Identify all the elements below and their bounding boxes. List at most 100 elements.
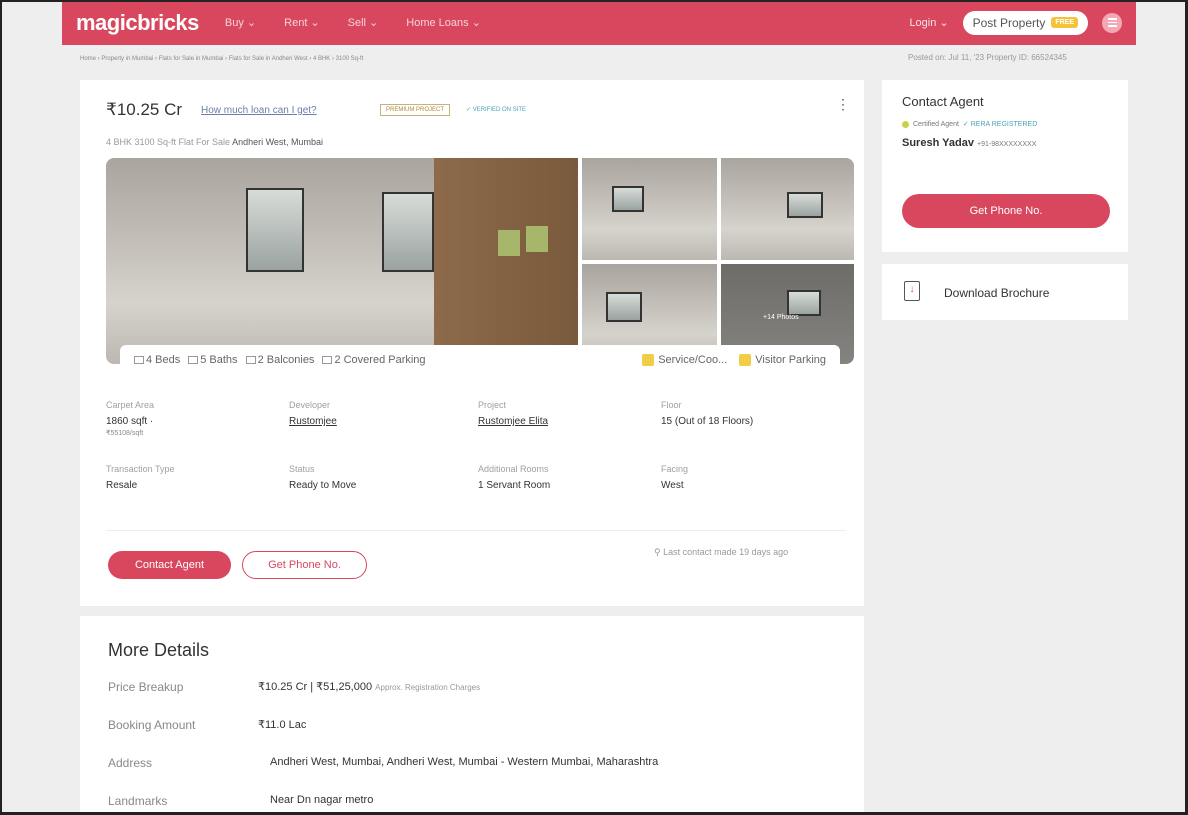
thumbnail-photo[interactable] [721,158,854,260]
last-contact-text: Last contact made 19 days ago [663,547,789,557]
fact-value: West [661,480,684,491]
fact-value: 1860 sqft · [106,416,154,427]
service-room-label: Service/Coo... [658,353,728,366]
header-actions: Login ⌄ Post Property FREE [909,10,1122,35]
top-navbar: magicbricks Buy ⌄ Rent ⌄ Sell ⌄ Home Loa… [62,0,1136,45]
download-brochure-label: Download Brochure [944,286,1050,300]
fact-developer: Developer Rustomjee [289,400,337,427]
bath-icon [188,356,199,365]
breadcrumb[interactable]: Home › Property in Mumbai › Flats for Sa… [80,56,363,62]
detail-label: Landmarks [108,794,168,808]
fact-status: Status Ready to Move [289,464,356,491]
detail-label: Price Breakup [108,680,184,694]
contact-agent-title: Contact Agent [902,94,984,109]
thumbnail-photo[interactable] [582,158,717,260]
beds-label: 4 Beds [146,354,181,366]
fact-value: 1 Servant Room [478,480,551,491]
bed-icon [134,356,144,365]
developer-link[interactable]: Rustomjee [289,416,337,427]
fact-label: Transaction Type [106,464,175,474]
detail-value: Near Dn nagar metro [270,794,374,806]
post-property-label: Post Property [972,15,1046,30]
visitor-parking-info: Visitor Parking [739,353,826,367]
project-link[interactable]: Rustomjee Elita [478,416,548,427]
baths-info: 5 Baths [188,354,238,366]
get-phone-button[interactable]: Get Phone No. [242,551,367,579]
more-details-section: More Details Price Breakup ₹10.25 Cr | ₹… [80,616,864,815]
certified-label: Certified Agent [913,120,959,128]
detail-label: Address [108,756,153,770]
more-photos-label[interactable]: +14 Photos [763,314,799,321]
certified-icon [902,120,909,128]
balconies-label: 2 Balconies [257,354,315,366]
nav-buy[interactable]: Buy ⌄ [225,16,256,29]
magicbricks-logo[interactable]: magicbricks [76,10,199,36]
premium-project-badge: PREMIUM PROJECT [380,104,451,116]
visitor-parking-label: Visitor Parking [755,353,826,366]
listing-location[interactable]: Andheri West, Mumbai [232,137,323,147]
listing-subtitle: 4 BHK 3100 Sq-ft Flat For Sale Andheri W… [106,137,323,147]
main-photo[interactable] [106,158,578,364]
fact-label: Project [478,400,507,410]
fact-carpet-area: Carpet Area 1860 sqft · ₹55108/sqft [106,400,154,437]
price-breakup-value: ₹10.25 Cr | ₹51,25,000 [258,681,373,693]
fact-value: Resale [106,480,138,491]
post-property-button[interactable]: Post Property FREE [962,10,1088,35]
nav-rent[interactable]: Rent ⌄ [284,16,320,29]
parking-info: 2 Covered Parking [322,354,426,366]
fact-subvalue: ₹55108/sqft [106,430,144,437]
last-contact-info: ⚲ Last contact made 19 days ago [654,547,788,558]
amenities-right: Service/Coo... Visitor Parking [642,353,826,367]
detail-value: ₹11.0 Lac [258,719,307,731]
parking-icon [322,356,333,365]
download-brochure-card[interactable]: ↓ Download Brochure [882,264,1128,320]
fact-additional-rooms: Additional Rooms 1 Servant Room [478,464,550,491]
fact-label: Additional Rooms [478,464,549,474]
fact-label: Floor [661,400,682,410]
photo-gallery[interactable]: +14 Photos [106,158,854,364]
fact-label: Developer [289,400,331,410]
balconies-info: 2 Balconies [245,354,315,366]
nav-sell[interactable]: Sell ⌄ [348,16,379,29]
fact-label: Carpet Area [106,400,155,410]
fact-label: Facing [661,464,689,474]
more-details-title: More Details [108,640,210,660]
rera-badge: ✓ RERA REGISTERED [962,121,1038,128]
divider [106,530,846,531]
free-badge: FREE [1051,17,1078,28]
fact-label: Status [289,464,315,474]
fact-value: Ready to Move [289,480,357,491]
service-room-icon [642,354,655,367]
main-nav: Buy ⌄ Rent ⌄ Sell ⌄ Home Loans ⌄ [225,16,481,29]
price-breakup-note: Approx. Registration Charges [375,683,481,692]
loan-eligibility-link[interactable]: How much loan can I get? [201,105,317,116]
parking-label: 2 Covered Parking [334,354,426,366]
contact-agent-button[interactable]: Contact Agent [108,551,231,579]
balcony-icon [245,356,256,365]
agent-name-text: Suresh Yadav [902,137,974,149]
detail-value: ₹10.25 Cr | ₹51,25,000 Approx. Registrat… [258,680,480,693]
amenities-strip: 4 Beds 5 Baths 2 Balconies 2 Covered Par… [120,345,840,375]
more-options-icon[interactable]: ⋮ [836,96,850,113]
agent-badges: Certified Agent ✓ RERA REGISTERED [902,120,1037,128]
detail-value: Andheri West, Mumbai, Andheri West, Mumb… [270,756,659,768]
fact-floor: Floor 15 (Out of 18 Floors) [661,400,753,427]
download-icon: ↓ [904,281,920,301]
beds-info: 4 Beds [134,354,180,366]
fact-project: Project Rustomjee Elita [478,400,548,427]
detail-label: Booking Amount [108,718,196,732]
hamburger-menu-icon[interactable] [1102,12,1122,33]
fact-facing: Facing West [661,464,688,491]
fact-transaction-type: Transaction Type Resale [106,464,175,491]
sidebar-get-phone-button[interactable]: Get Phone No. [902,194,1110,228]
login-link[interactable]: Login ⌄ [909,16,948,29]
visitor-parking-icon [739,354,752,367]
nav-home-loans[interactable]: Home Loans ⌄ [406,16,481,29]
listing-price: ₹10.25 Cr [106,100,183,119]
agent-name: Suresh Yadav +91-98XXXXXXXX [902,137,1036,149]
service-room-info: Service/Coo... [642,353,728,367]
listing-subtitle-prefix: 4 BHK 3100 Sq-ft Flat For Sale [106,137,231,147]
agent-phone: +91-98XXXXXXXX [977,141,1037,148]
fact-value: 15 (Out of 18 Floors) [661,416,754,427]
listing-card: ₹10.25 Cr How much loan can I get? PREMI… [80,80,864,606]
